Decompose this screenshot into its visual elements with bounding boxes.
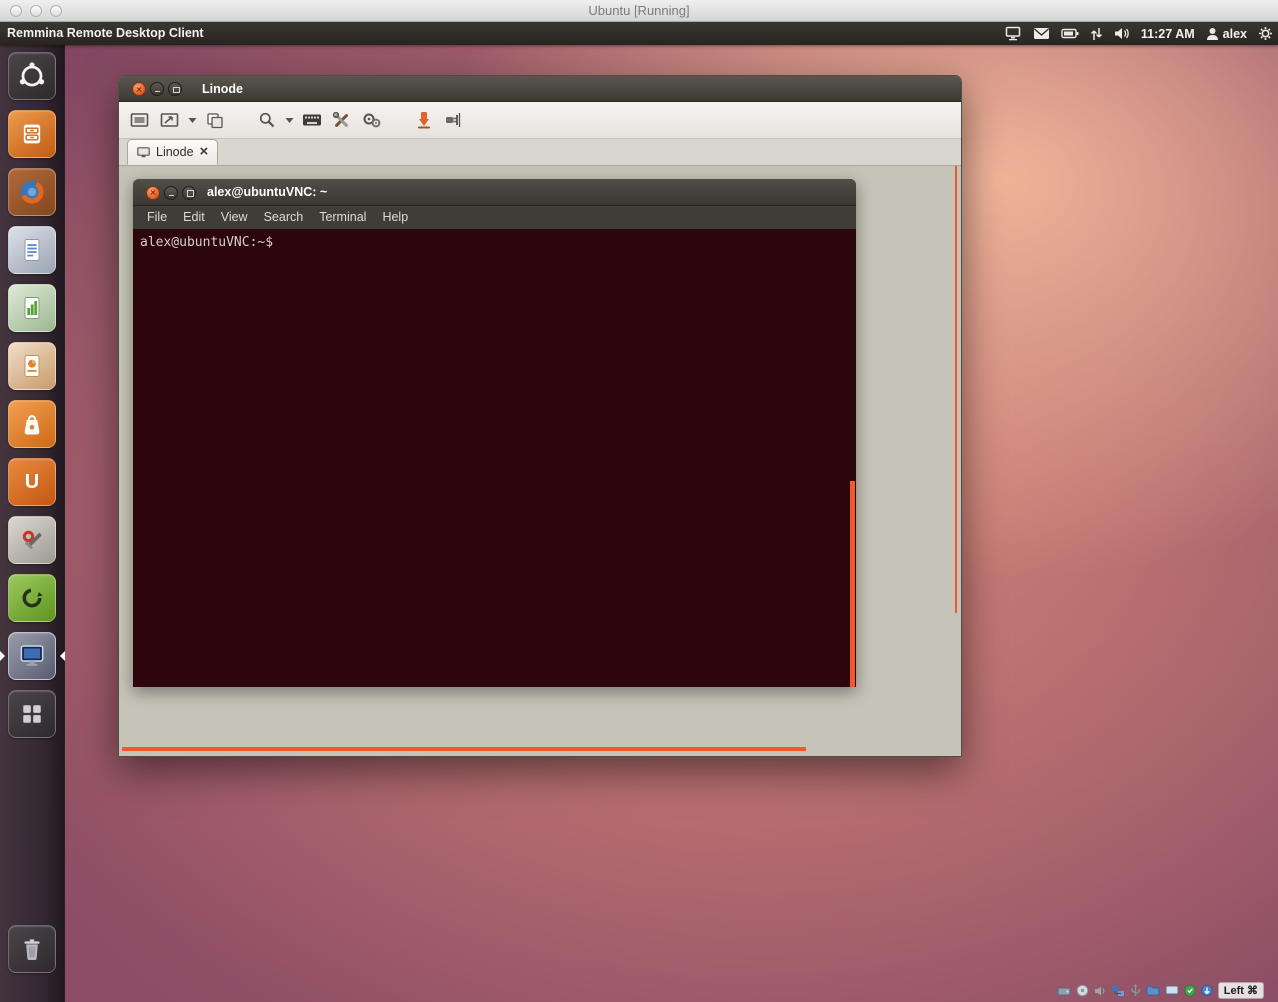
terminal-menubar: File Edit View Search Terminal Help — [133, 206, 856, 229]
vbox-optical-icon[interactable] — [1076, 984, 1089, 997]
launcher-item-home-folder[interactable] — [8, 110, 56, 158]
scaled-mode-button[interactable] — [156, 107, 183, 134]
menu-view[interactable]: View — [213, 206, 256, 229]
terminal-window-title: alex@ubuntuVNC: ~ — [207, 179, 327, 206]
redraw-artifact-content-right — [955, 166, 957, 613]
user-icon — [1206, 27, 1219, 41]
launcher-item-libreoffice-calc[interactable] — [8, 284, 56, 332]
zoom-button[interactable] — [253, 107, 280, 134]
mail-icon[interactable] — [1033, 27, 1050, 40]
redraw-artifact-content-bottom — [122, 747, 806, 751]
vbox-features-icon[interactable] — [1184, 984, 1196, 997]
volume-icon[interactable] — [1114, 27, 1130, 40]
keyboard-grab-button[interactable] — [298, 107, 325, 134]
menu-search[interactable]: Search — [256, 206, 312, 229]
remmina-window-title: Linode — [202, 76, 243, 102]
remmina-tabbar: Linode × — [119, 139, 961, 166]
vbox-audio-icon[interactable] — [1094, 985, 1106, 997]
launcher-item-software-center[interactable] — [8, 400, 56, 448]
vnc-viewport[interactable]: alex@ubuntuVNC: ~ File Edit View Search … — [119, 166, 961, 756]
remmina-icon — [17, 641, 47, 671]
window-close-button[interactable] — [132, 82, 146, 96]
top-panel: Remmina Remote Desktop Client 11:27 AM a… — [0, 22, 1278, 45]
launcher-item-workspace-switcher[interactable] — [8, 690, 56, 738]
terminal-minimize-button[interactable] — [164, 186, 178, 200]
sync-arrows-icon[interactable] — [1090, 27, 1103, 41]
terminal-titlebar[interactable]: alex@ubuntuVNC: ~ — [133, 179, 856, 206]
menu-file[interactable]: File — [139, 206, 175, 229]
window-maximize-button[interactable] — [168, 82, 182, 96]
connection-tab-linode[interactable]: Linode × — [127, 139, 218, 165]
redraw-artifact-terminal-right — [850, 481, 855, 687]
menu-terminal[interactable]: Terminal — [311, 206, 374, 229]
home-folder-icon — [18, 120, 46, 148]
remote-display-icon[interactable] — [1005, 26, 1022, 41]
username: alex — [1223, 27, 1247, 41]
tab-label: Linode — [156, 145, 194, 159]
ubuntu-one-icon: U — [8, 458, 56, 506]
libreoffice-calc-icon — [18, 294, 46, 322]
launcher-item-firefox[interactable] — [8, 168, 56, 216]
duplicate-connection-button[interactable] — [201, 107, 228, 134]
launcher-item-remmina[interactable] — [8, 632, 56, 680]
libreoffice-writer-icon — [18, 236, 46, 264]
vbox-statusbar: Left ⌘ — [1057, 982, 1264, 999]
tab-monitor-icon — [137, 147, 150, 158]
terminal-close-button[interactable] — [146, 186, 160, 200]
running-indicator-arrow — [0, 651, 5, 661]
remmina-titlebar[interactable]: Linode — [119, 76, 961, 102]
launcher-item-ubuntu-one[interactable]: U — [8, 458, 56, 506]
launcher-item-system-settings[interactable] — [8, 516, 56, 564]
tools-button[interactable] — [358, 107, 385, 134]
take-screenshot-button[interactable] — [410, 107, 437, 134]
remmina-toolbar — [119, 102, 961, 139]
vbox-mouse-integration-icon[interactable] — [1201, 984, 1213, 997]
libreoffice-impress-icon — [18, 352, 46, 380]
terminal-screen[interactable]: alex@ubuntuVNC:~$ — [133, 229, 856, 687]
vbox-sharedfolders-icon[interactable] — [1146, 985, 1160, 996]
launcher-item-software-updater[interactable] — [8, 574, 56, 622]
user-menu[interactable]: alex — [1206, 27, 1247, 41]
software-center-icon — [18, 410, 46, 438]
host-key-label: Left ⌘ — [1224, 984, 1258, 997]
disconnect-button[interactable] — [440, 107, 467, 134]
vbox-usb-icon[interactable] — [1130, 984, 1141, 997]
vbox-display-icon[interactable] — [1165, 985, 1179, 997]
system-settings-icon — [18, 526, 46, 554]
focused-indicator-arrow — [60, 651, 65, 661]
zoom-options-dropdown-icon[interactable] — [283, 107, 295, 134]
active-app-title: Remmina Remote Desktop Client — [7, 22, 204, 45]
software-updater-icon — [18, 584, 46, 612]
host-window-titlebar: Ubuntu [Running] — [0, 0, 1278, 22]
host-key-indicator[interactable]: Left ⌘ — [1218, 982, 1264, 999]
battery-icon[interactable] — [1061, 28, 1079, 39]
menu-help[interactable]: Help — [374, 206, 416, 229]
dash-home-icon — [17, 61, 47, 91]
launcher-item-libreoffice-impress[interactable] — [8, 342, 56, 390]
launcher-item-libreoffice-writer[interactable] — [8, 226, 56, 274]
shell-prompt: alex@ubuntuVNC:~$ — [140, 235, 273, 250]
menu-edit[interactable]: Edit — [175, 206, 213, 229]
clock[interactable]: 11:27 AM — [1141, 27, 1195, 41]
trash-icon — [18, 935, 46, 963]
vbox-network-icon[interactable] — [1111, 985, 1125, 997]
unity-launcher: U — [0, 45, 65, 1002]
terminal-window: alex@ubuntuVNC: ~ File Edit View Search … — [133, 179, 856, 687]
session-gear-icon[interactable] — [1258, 26, 1273, 41]
terminal-maximize-button[interactable] — [182, 186, 196, 200]
fullscreen-button[interactable] — [126, 107, 153, 134]
host-window-title: Ubuntu [Running] — [0, 0, 1278, 22]
vbox-hdd-icon[interactable] — [1057, 985, 1071, 997]
firefox-icon — [17, 177, 47, 207]
window-minimize-button[interactable] — [150, 82, 164, 96]
tab-close-icon[interactable]: × — [200, 145, 209, 159]
preferences-button[interactable] — [328, 107, 355, 134]
launcher-item-dash-home[interactable] — [8, 52, 56, 100]
launcher-item-trash[interactable] — [8, 925, 56, 973]
scale-options-dropdown-icon[interactable] — [186, 107, 198, 134]
workspace-switcher-icon — [18, 700, 46, 728]
remmina-window: Linode — [118, 75, 962, 757]
